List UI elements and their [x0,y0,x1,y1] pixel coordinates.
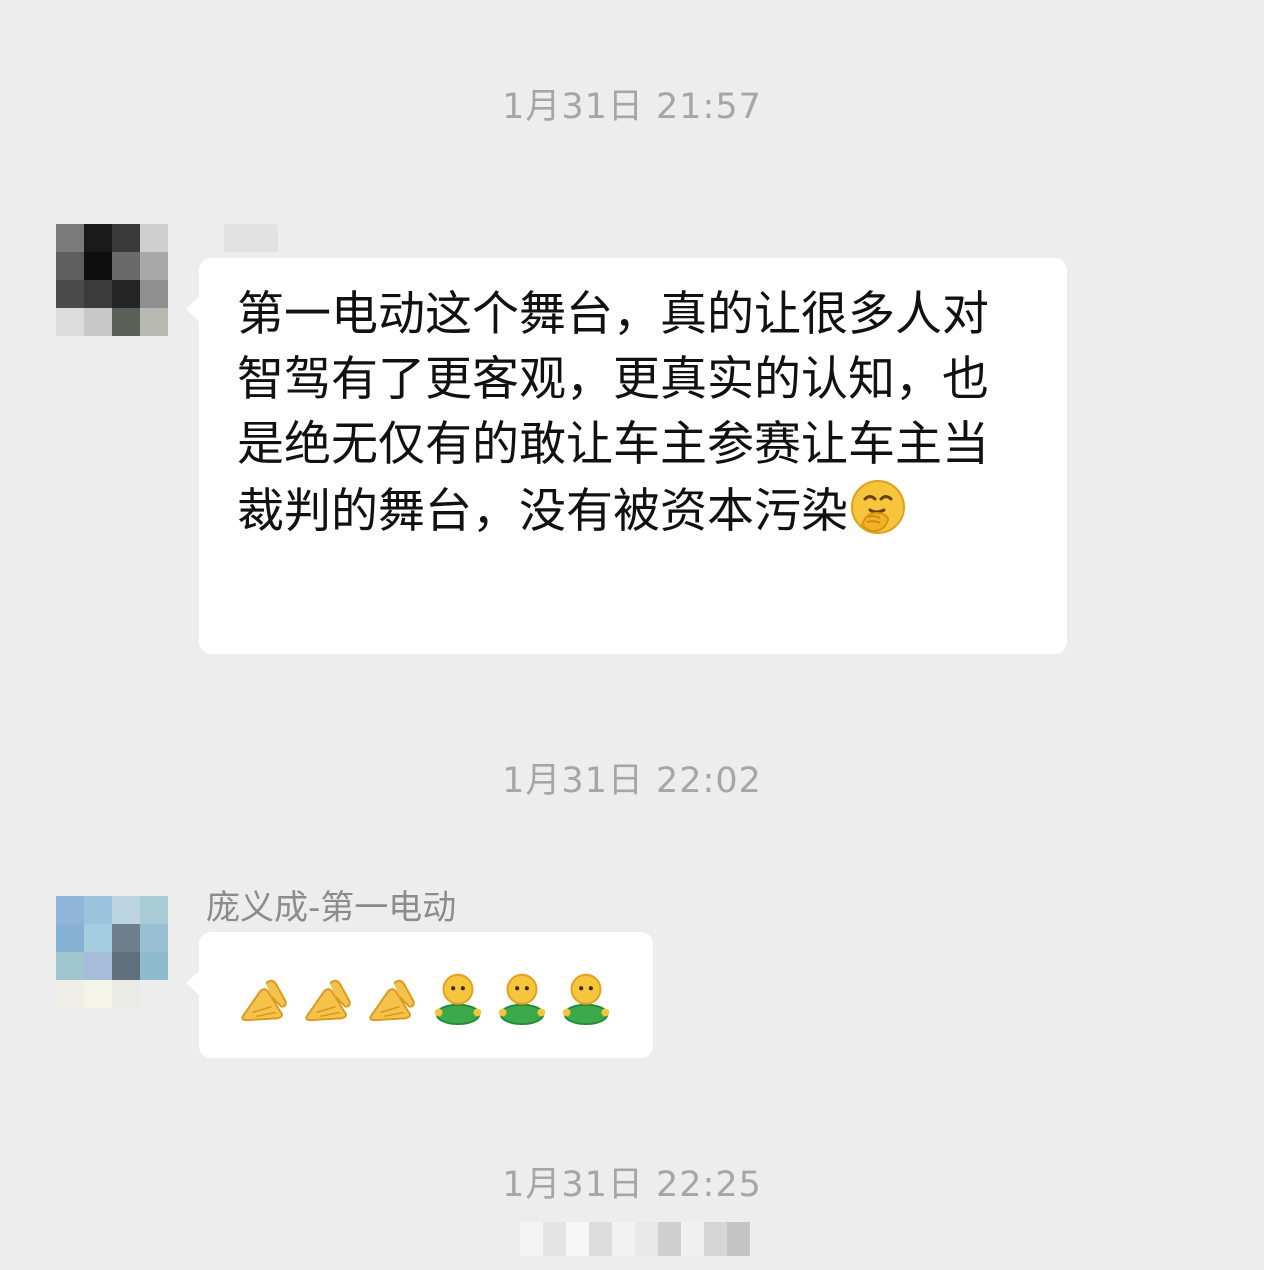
emoji-row [237,968,617,1026]
blurred-content [520,1222,750,1256]
avatar[interactable] [56,896,168,1008]
sender-name: 庞义成-第一电动 [206,888,457,928]
green-person-icon [562,973,610,1026]
timestamp: 1月31日 21:57 [502,87,762,127]
sender-name-blurred [224,224,278,252]
avatar[interactable] [56,224,168,336]
green-person-icon [498,973,546,1026]
message-bubble[interactable]: 第一电动这个舞台，真的让很多人对智驾有了更客观，更真实的认知，也是绝无仅有的敢让… [186,258,1067,654]
message-text: 第一电动这个舞台，真的让很多人对智驾有了更客观，更真实的认知，也是绝无仅有的敢让… [237,282,1031,544]
green-person-icon [434,973,482,1026]
pinched-hand-icon [305,979,351,1022]
pinched-hand-icon [241,979,287,1022]
timestamp: 1月31日 22:25 [502,1165,762,1205]
message-bubble[interactable] [186,932,653,1058]
timestamp: 1月31日 22:02 [502,761,762,801]
pinched-hand-icon [369,979,415,1022]
face-with-hand-over-mouth-icon [851,480,905,534]
